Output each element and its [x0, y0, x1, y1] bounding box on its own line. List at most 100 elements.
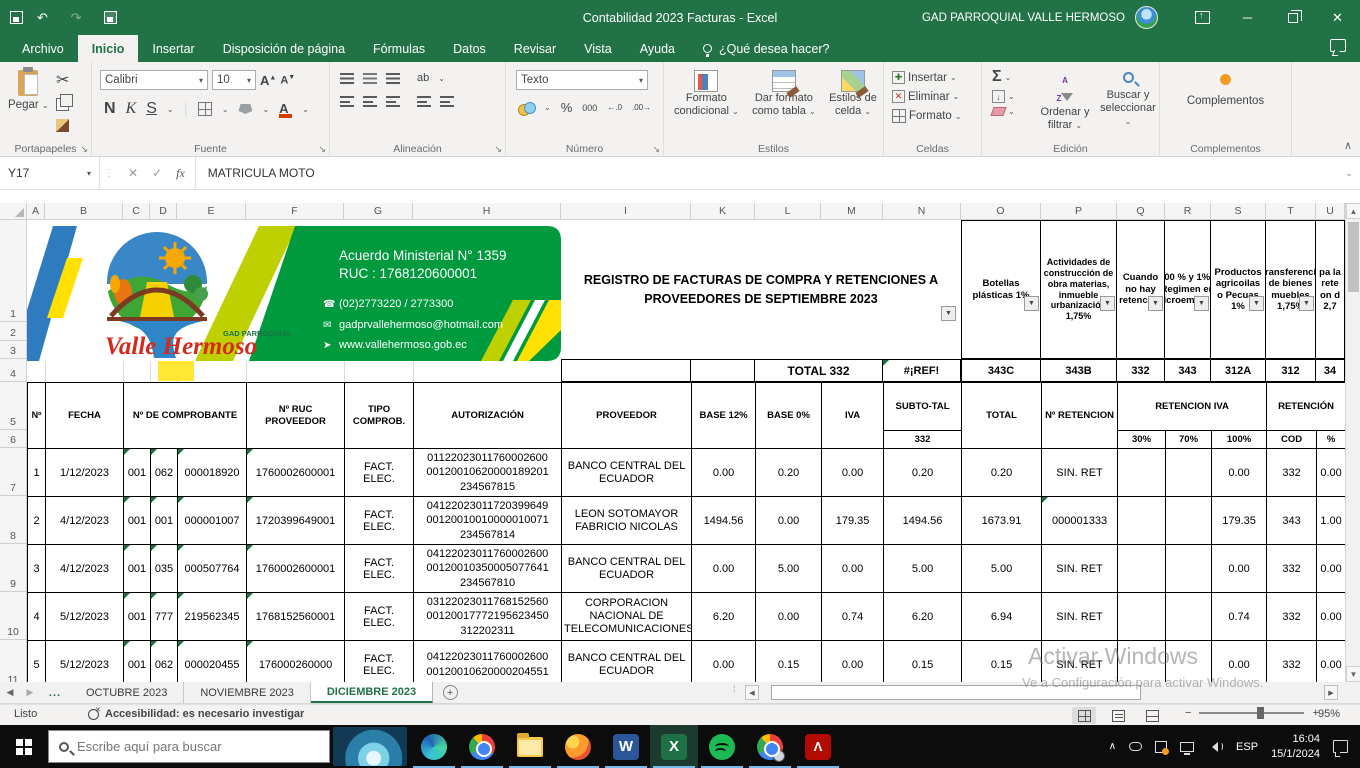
header-base0[interactable]: BASE 0%	[756, 383, 822, 449]
cell-total[interactable]: 6.94	[962, 593, 1042, 641]
header-base12[interactable]: BASE 12%	[692, 383, 756, 449]
underline-button[interactable]: S	[146, 100, 157, 118]
confirm-entry-icon[interactable]: ✓	[152, 166, 162, 180]
row-header-1[interactable]: 1	[0, 220, 26, 322]
font-dialog-launcher-icon[interactable]: ↘	[318, 144, 326, 155]
retention-code-cell[interactable]: 332	[1117, 359, 1165, 382]
decrease-indent-icon[interactable]	[417, 96, 431, 107]
cell-nret[interactable]: 000001333	[1042, 497, 1118, 545]
cell-r100[interactable]: 179.35	[1212, 497, 1267, 545]
orientation-icon[interactable]: ab	[417, 72, 429, 84]
menu-tab-vista[interactable]: Vista	[570, 35, 626, 62]
zoom-slider[interactable]	[1257, 707, 1264, 719]
cell-ruc[interactable]: 1720399649001	[247, 497, 345, 545]
cell-r30[interactable]	[1118, 449, 1166, 497]
align-right-icon[interactable]	[386, 96, 400, 107]
insert-cells-button[interactable]: ✚Insertar ⌄	[892, 71, 981, 84]
header-n[interactable]: Nº	[28, 383, 46, 449]
cell-n[interactable]: 1	[28, 449, 46, 497]
cell-aut[interactable]: 03122023011768152560 0012001777219562345…	[414, 593, 562, 641]
sheet-tab-diciembre-2023[interactable]: DICIEMBRE 2023	[311, 682, 433, 703]
column-header-G[interactable]: G	[344, 203, 413, 219]
accessibility-status[interactable]: Accesibilidad: es necesario investigar	[88, 708, 304, 720]
cell-K4[interactable]	[690, 359, 755, 382]
notification-center-icon[interactable]	[1333, 740, 1348, 753]
cell-base12[interactable]: 0.00	[692, 545, 756, 593]
cell-iva[interactable]: 0.00	[822, 545, 884, 593]
cell-aut[interactable]: 04122023011760002600 0012001062000020455…	[414, 641, 562, 683]
retention-code-cell[interactable]: 312A	[1211, 359, 1266, 382]
clipboard-dialog-launcher-icon[interactable]: ↘	[80, 144, 88, 155]
column-header-N[interactable]: N	[883, 203, 961, 219]
header-cod[interactable]: COD	[1267, 431, 1317, 449]
cell-n[interactable]: 3	[28, 545, 46, 593]
tray-network-icon[interactable]	[1180, 742, 1194, 752]
taskbar-chrome-icon[interactable]	[458, 725, 506, 768]
cell-base0[interactable]: 0.15	[756, 641, 822, 683]
retention-code-cell[interactable]: 343	[1165, 359, 1211, 382]
cell-estab[interactable]: 001	[124, 449, 151, 497]
column-header-K[interactable]: K	[691, 203, 755, 219]
cell-tipo[interactable]: FACT. ELEC.	[345, 593, 414, 641]
menu-tab-archivo[interactable]: Archivo	[8, 35, 78, 62]
sheet-tab-noviembre-2023[interactable]: NOVIEMBRE 2023	[184, 682, 311, 703]
header-tipo[interactable]: TIPO COMPROB.	[345, 383, 414, 449]
cell-base0[interactable]: 5.00	[756, 545, 822, 593]
addins-button[interactable]: Complementos	[1160, 74, 1291, 107]
column-header-B[interactable]: B	[45, 203, 123, 219]
scroll-left-icon[interactable]: ◀	[745, 685, 759, 700]
cell-iva[interactable]: 0.00	[822, 641, 884, 683]
bold-button[interactable]: N	[104, 100, 116, 118]
account-name[interactable]: GAD PARROQUIAL VALLE HERMOSO	[922, 12, 1125, 24]
font-name-select[interactable]: Calibri▾	[100, 70, 208, 90]
cell-prov[interactable]: BANCO CENTRAL DEL ECUADOR	[562, 449, 692, 497]
header-autorizacion[interactable]: AUTORIZACIÓN	[414, 383, 562, 449]
new-sheet-icon[interactable]: +	[443, 685, 458, 700]
tray-update-icon[interactable]	[1155, 741, 1167, 753]
cell-base12[interactable]: 1494.56	[692, 497, 756, 545]
cell-r30[interactable]	[1118, 593, 1166, 641]
cell-base12[interactable]: 0.00	[692, 449, 756, 497]
cell-base12[interactable]: 6.20	[692, 593, 756, 641]
filter-dropdown-icon[interactable]: ▼	[1024, 296, 1039, 311]
cell-base0[interactable]: 0.20	[756, 449, 822, 497]
cell-sec[interactable]: 000001007	[178, 497, 247, 545]
column-header-E[interactable]: E	[177, 203, 246, 219]
cell-sec[interactable]: 000018920	[178, 449, 247, 497]
header-100[interactable]: 100%	[1212, 431, 1267, 449]
italic-button[interactable]: K	[126, 100, 137, 118]
cell-total[interactable]: 0.15	[962, 641, 1042, 683]
task-view-thumbnail[interactable]	[333, 727, 407, 766]
tax-header-cell[interactable]: Actividades de construcción de obra mate…	[1041, 220, 1117, 359]
header-fecha[interactable]: FECHA	[46, 383, 124, 449]
column-header-A[interactable]: A	[27, 203, 45, 219]
tax-header-cell[interactable]: Productos agricoilas o Pecuas 1%▼	[1211, 220, 1266, 359]
header-iva[interactable]: IVA	[822, 383, 884, 449]
tab-splitter-grip[interactable]: ⁞	[733, 684, 735, 694]
close-button[interactable]: ✕	[1315, 0, 1360, 35]
page-break-view-button[interactable]	[1140, 707, 1164, 724]
vertical-scroll-thumb[interactable]	[1348, 222, 1359, 292]
cell-nret[interactable]: SIN. RET	[1042, 545, 1118, 593]
number-dialog-launcher-icon[interactable]: ↘	[652, 144, 660, 155]
cell-r100[interactable]: 0.00	[1212, 449, 1267, 497]
header-30[interactable]: 30%	[1118, 431, 1166, 449]
horizontal-scrollbar[interactable]: ◀ ▶	[745, 684, 1338, 701]
tax-header-cell[interactable]: Botellas plásticas 1%▼	[961, 220, 1041, 359]
row-header-7[interactable]: 7	[0, 448, 26, 496]
vertical-scrollbar[interactable]: ▲ ▼	[1345, 203, 1360, 682]
cell-ruc[interactable]: 1760002600001	[247, 449, 345, 497]
report-title-cell[interactable]: REGISTRO DE FACTURAS DE COMPRA Y RETENCI…	[561, 220, 961, 359]
align-center-icon[interactable]	[363, 96, 377, 107]
column-header-H[interactable]: H	[413, 203, 561, 219]
retention-code-cell[interactable]: 34	[1316, 359, 1345, 382]
taskbar-file-explorer-icon[interactable]	[506, 725, 554, 768]
taskbar-word-icon[interactable]: W	[602, 725, 650, 768]
cell-ruc[interactable]: 1760002600001	[247, 545, 345, 593]
menu-tab-revisar[interactable]: Revisar	[500, 35, 570, 62]
cell-aut[interactable]: 01122023011760002600 0012001062000018920…	[414, 449, 562, 497]
row-header-9[interactable]: 9	[0, 544, 26, 592]
cell-prov[interactable]: CORPORACION NACIONAL DE TELECOMUNICACION…	[562, 593, 692, 641]
taskbar-excel-icon[interactable]: X	[650, 725, 698, 768]
cell-r100[interactable]: 0.74	[1212, 593, 1267, 641]
